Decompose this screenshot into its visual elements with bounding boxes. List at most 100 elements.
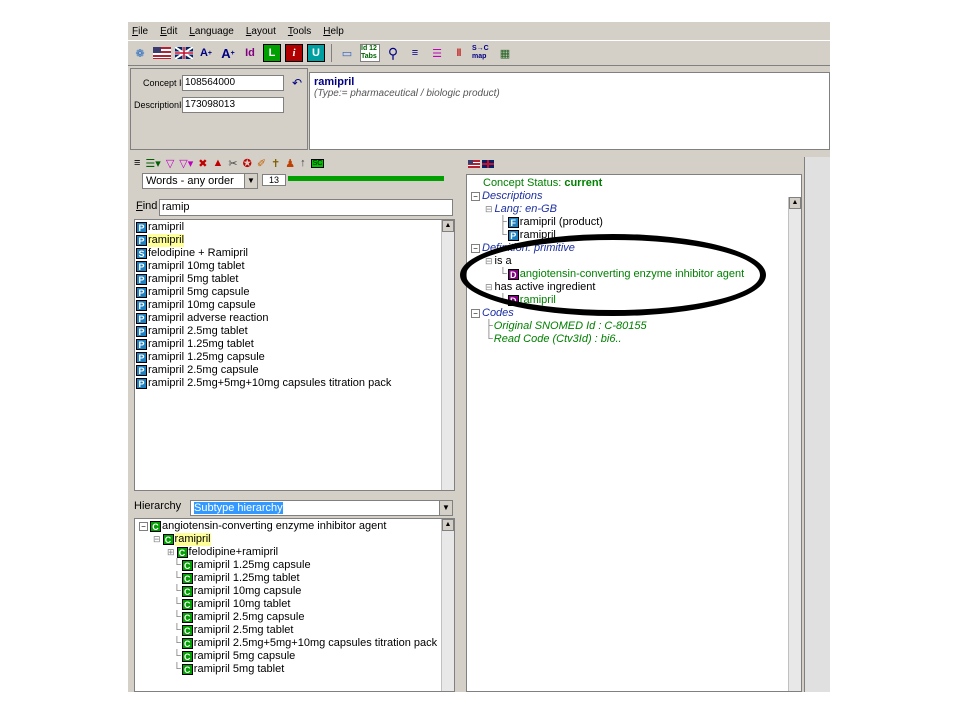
collapse-icon[interactable]: − <box>139 522 148 531</box>
folder-icon[interactable]: ▭ <box>338 44 356 62</box>
expand-icon[interactable]: ⊟ <box>485 203 493 216</box>
uk-flag-icon[interactable] <box>175 44 193 62</box>
list-item[interactable]: Pramipril 2.5mg+5mg+10mg capsules titrat… <box>136 377 454 390</box>
bug-icon[interactable]: ✪ <box>243 157 252 170</box>
list-item[interactable]: Pramipril adverse reaction <box>136 312 454 325</box>
clear-icon[interactable]: ✖ <box>198 157 207 170</box>
list-item[interactable]: Pramipril 2.5mg capsule <box>136 364 454 377</box>
find-input[interactable]: ramip <box>159 199 453 216</box>
compare-icon[interactable]: ‖ <box>450 44 468 62</box>
list-item[interactable]: Pramipril 5mg tablet <box>136 273 454 286</box>
undo-icon[interactable]: ↶ <box>288 76 306 90</box>
scroll-up-icon[interactable]: ▲ <box>442 220 454 232</box>
export-icon[interactable]: ▦ <box>496 44 514 62</box>
concept-id-field[interactable]: 108564000 <box>182 75 284 91</box>
expand-icon[interactable]: ⊟ <box>153 533 161 546</box>
tag-icon[interactable]: ▲ <box>212 157 223 169</box>
preferred-row[interactable]: └ Pramipril <box>471 229 744 242</box>
tree-node-child[interactable]: └ Cramipril 10mg tablet <box>139 598 454 611</box>
collapse-icon[interactable]: − <box>471 192 480 201</box>
scissors-icon[interactable]: ✂ <box>228 157 237 170</box>
main-toolbar: ❁ A + A + Id L i U ▭ Id 12 Tabs ⚲ ≡ ☰ ‖ S→… <box>128 40 830 66</box>
hierarchy-select[interactable]: Subtype hierarchy ▼ <box>190 500 453 516</box>
scroll-up-icon[interactable]: ▲ <box>789 197 801 209</box>
list-item[interactable]: Pramipril 2.5mg tablet <box>136 325 454 338</box>
tree-node-child[interactable]: └ Cramipril 5mg capsule <box>139 650 454 663</box>
person-icon[interactable]: ♟ <box>285 157 295 170</box>
menu-edit[interactable]: Edit <box>160 26 177 37</box>
search-order-select[interactable]: Words - any order ▼ <box>142 173 258 189</box>
fsn-row[interactable]: ├ Framipril (product) <box>471 216 744 229</box>
list-item[interactable]: Pramipril <box>136 234 454 247</box>
tree-node-child[interactable]: └ Cramipril 2.5mg+5mg+10mg capsules titra… <box>139 637 454 650</box>
uk-flag-icon[interactable] <box>482 159 494 171</box>
id-tabs-icon[interactable]: Id 12 Tabs <box>360 44 380 62</box>
expand-icon[interactable]: ⊟ <box>485 281 493 294</box>
codes-node[interactable]: − Codes <box>471 307 744 320</box>
is-a-node[interactable]: ⊟ is a <box>471 255 744 268</box>
list-item[interactable]: Pramipril 1.25mg tablet <box>136 338 454 351</box>
hierarchy-l-icon[interactable]: L <box>263 44 281 62</box>
list-item[interactable]: Pramipril 1.25mg capsule <box>136 351 454 364</box>
results-scrollbar[interactable]: ▲ <box>441 220 454 490</box>
menu-lines-icon[interactable]: ≡ <box>134 157 140 169</box>
menu-file[interactable]: File <box>132 26 148 37</box>
details-scrollbar[interactable]: ▲ <box>788 197 801 691</box>
tree-node-child[interactable]: └ Cramipril 10mg capsule <box>139 585 454 598</box>
list-item[interactable]: Pramipril <box>136 221 454 234</box>
info-icon[interactable]: i <box>285 44 303 62</box>
has-active-node[interactable]: ⊟ has active ingredient <box>471 281 744 294</box>
collapse-icon[interactable]: − <box>471 309 480 318</box>
search-results-list[interactable]: Pramipril Pramipril Sfelodipine + Ramipr… <box>134 219 455 491</box>
list-item[interactable]: Pramipril 10mg capsule <box>136 299 454 312</box>
id-button[interactable]: Id <box>241 44 259 62</box>
map-icon[interactable]: S→C map <box>472 44 492 62</box>
tree-node-current[interactable]: ⊟ Cramipril <box>139 533 454 546</box>
collapse-icon[interactable]: − <box>471 244 480 253</box>
tree-node-child[interactable]: └ Cramipril 2.5mg tablet <box>139 624 454 637</box>
tree-node-child[interactable]: └ Cramipril 1.25mg tablet <box>139 572 454 585</box>
filter-icon[interactable]: ▽ <box>166 157 174 170</box>
globe-icon[interactable]: ❁ <box>131 44 149 62</box>
descriptions-node[interactable]: − Descriptions <box>471 190 744 203</box>
menu-layout[interactable]: Layout <box>246 26 276 37</box>
filter-options-icon[interactable]: ▽▾ <box>179 157 193 170</box>
chevron-down-icon[interactable]: ▼ <box>244 174 257 188</box>
us-flag-icon[interactable] <box>153 44 171 62</box>
pin-icon[interactable]: ↑ <box>300 157 306 169</box>
list-item[interactable]: Sfelodipine + Ramipril <box>136 247 454 260</box>
indent-icon[interactable]: ☰▾ <box>145 157 160 170</box>
has-active-target[interactable]: └ Dramipril <box>471 294 744 307</box>
menu-language[interactable]: Language <box>189 26 234 37</box>
definition-node[interactable]: − Definition: primitive <box>471 242 744 255</box>
expand-icon[interactable]: ⊟ <box>485 255 493 268</box>
description-id-field[interactable]: 173098013 <box>182 97 284 113</box>
tree-node-child[interactable]: └ Cramipril 2.5mg capsule <box>139 611 454 624</box>
tree-node-child[interactable]: └ Cramipril 1.25mg capsule <box>139 559 454 572</box>
list-item[interactable]: Pramipril 5mg capsule <box>136 286 454 299</box>
brush-icon[interactable]: ✐ <box>257 157 266 170</box>
list-view-icon[interactable]: ☰ <box>428 44 446 62</box>
tree-node-child[interactable]: └ Cramipril 5mg tablet <box>139 663 454 676</box>
expand-icon[interactable]: ⊞ <box>167 546 175 559</box>
font-increase-icon[interactable]: A + <box>197 44 215 62</box>
scroll-up-icon[interactable]: ▲ <box>442 519 454 531</box>
us-flag-icon[interactable] <box>468 159 480 171</box>
lang-node[interactable]: ⊟ Lang: en-GB <box>471 203 744 216</box>
preferred-term: ramipril <box>314 76 355 88</box>
cross-icon[interactable]: ✝ <box>271 157 280 170</box>
hierarchy-scrollbar[interactable]: ▲ <box>441 519 454 691</box>
list-item[interactable]: Pramipril 10mg tablet <box>136 260 454 273</box>
u-icon[interactable]: U <box>307 44 325 62</box>
menu-tools[interactable]: Tools <box>288 26 311 37</box>
font-decrease-icon[interactable]: A + <box>219 44 237 62</box>
sc-icon[interactable]: SC <box>310 158 325 168</box>
tree-node-parent[interactable]: − Cangiotensin-converting enzyme inhibito… <box>139 520 454 533</box>
tree-view-icon[interactable]: ≡ <box>406 44 424 62</box>
is-a-target[interactable]: └ Dangiotensin-converting enzyme inhibito… <box>471 268 744 281</box>
hierarchy-tree[interactable]: − Cangiotensin-converting enzyme inhibito… <box>134 518 455 692</box>
chevron-down-icon[interactable]: ▼ <box>439 501 452 515</box>
search-icon[interactable]: ⚲ <box>384 44 402 62</box>
tree-node-child[interactable]: ⊞ Cfelodipine+ramipril <box>139 546 454 559</box>
menu-help[interactable]: Help <box>323 26 344 37</box>
